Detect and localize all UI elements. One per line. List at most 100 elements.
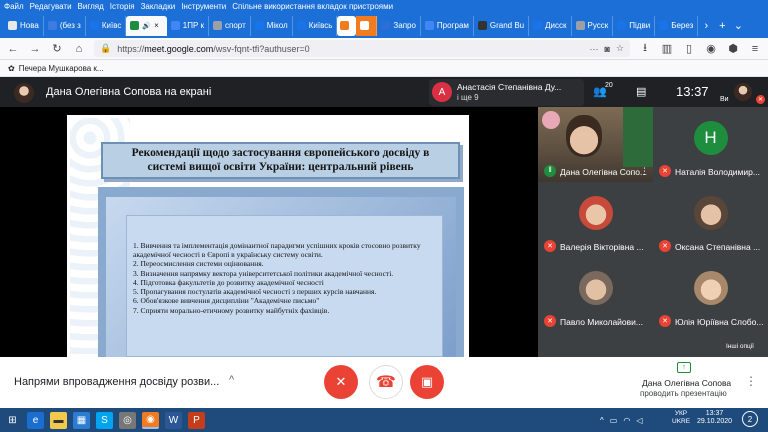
browser-tab[interactable]: Нова — [4, 15, 44, 36]
participant-tile[interactable]: ✕ Юлія Юріївна Слобо... — [653, 257, 768, 332]
library-icon[interactable]: ▥ — [660, 42, 674, 55]
menu-edit[interactable]: Редагувати — [30, 2, 72, 11]
meeting-title[interactable]: Напрями впровадження досвіду розви... — [14, 376, 219, 388]
self-avatar[interactable] — [734, 83, 752, 101]
browser-tab[interactable]: Підви — [613, 15, 656, 36]
url-bar[interactable]: 🔒 https://meet.google.com/wsv-fqnt-tfi?a… — [94, 40, 630, 57]
system-clock[interactable]: 13:37 29.10.2020 — [697, 410, 732, 427]
browser-tab[interactable]: (без з — [44, 15, 86, 36]
participant-tile[interactable]: ✕ Оксана Степанівна ... — [653, 182, 768, 257]
menu-icon[interactable]: ≡ — [748, 43, 762, 55]
network-icon[interactable]: ▭ — [610, 416, 618, 425]
leave-call-button[interactable]: ☎ — [369, 365, 403, 399]
system-date: 29.10.2020 — [697, 418, 733, 426]
scroll-tabs-icon[interactable]: › — [698, 20, 714, 32]
browser-tab[interactable]: Русск — [572, 15, 614, 36]
browser-tab[interactable] — [356, 15, 378, 36]
menu-view[interactable]: Вигляд — [78, 2, 104, 11]
browser-tab[interactable]: Програм — [421, 15, 474, 36]
browser-tab[interactable]: спорт — [209, 15, 251, 36]
language-indicator[interactable]: УКР UKRE — [672, 410, 690, 426]
tray-expand-icon[interactable]: ^ — [600, 416, 604, 425]
reload-icon[interactable]: ↻ — [50, 42, 64, 55]
close-tab-icon[interactable]: × — [154, 21, 159, 30]
menu-file[interactable]: Файл — [4, 2, 24, 11]
participant-name: Павло Миколайови... — [560, 317, 643, 327]
new-tab-icon[interactable]: + — [714, 20, 730, 32]
self-label: Ви — [720, 96, 729, 103]
home-icon[interactable]: ⌂ — [72, 43, 86, 55]
mic-off-icon: ✕ — [544, 315, 556, 327]
tab-favicon-icon — [477, 21, 487, 30]
participant-tile[interactable]: ✕ Павло Миколайови... — [538, 257, 653, 332]
presenter-title: Дана Олегівна Сопова на екрані — [46, 86, 212, 98]
tab-label: Запро — [393, 21, 416, 30]
menu-tools[interactable]: Інструменти — [181, 2, 226, 11]
forward-icon[interactable]: → — [28, 43, 42, 55]
mic-off-icon: ✕ — [659, 165, 671, 177]
more-icon[interactable]: ··· — [589, 44, 598, 54]
mic-off-icon: ✕ — [544, 240, 556, 252]
downloads-icon[interactable]: ⭳ — [638, 39, 652, 58]
list-tabs-icon[interactable]: ⌄ — [730, 19, 746, 32]
chat-icon[interactable]: ▤ — [636, 85, 646, 98]
more-options-icon[interactable]: ⋮ — [640, 166, 649, 177]
account-icon[interactable]: ◉ — [704, 42, 718, 55]
edge-icon[interactable]: e — [27, 411, 44, 429]
skype-icon[interactable]: S — [96, 411, 113, 429]
mic-off-icon: ✕ — [659, 240, 671, 252]
speaker-icon[interactable]: 🔊 — [142, 22, 151, 30]
participant-tile[interactable]: Н ✕ Наталія Володимир... — [653, 107, 768, 182]
participant-name: Юлія Юріївна Слобо... — [675, 317, 763, 327]
file-explorer-icon[interactable]: ▬ — [50, 411, 67, 429]
browser-tab[interactable]: Мікол — [251, 15, 293, 36]
menu-bookmarks[interactable]: Закладки — [141, 2, 176, 11]
back-icon[interactable]: ← — [6, 43, 20, 55]
menu-sync-tabs[interactable]: Спільне використання вкладок пристроями — [232, 2, 393, 11]
browser-tab[interactable] — [337, 15, 357, 36]
browser-tab[interactable]: 🔊 × — [126, 15, 167, 36]
participant-count: 20 — [605, 82, 613, 89]
participant-tile[interactable]: ✕ Валерія Вікторівна ... — [538, 182, 653, 257]
browser-tab[interactable]: Запро — [377, 15, 421, 36]
bookmark-item[interactable]: Печера Мушкарова к... — [19, 64, 104, 73]
tab-favicon-icon — [8, 21, 17, 30]
store-icon[interactable]: ▦ — [73, 411, 90, 429]
browser-tab[interactable]: Берез — [655, 15, 699, 36]
mic-toggle-button[interactable]: ✕ — [324, 365, 358, 399]
extension-icon[interactable]: ⬢ — [726, 42, 740, 55]
camera-toggle-button[interactable]: ▣ — [410, 365, 444, 399]
volume-icon[interactable]: ◁ — [636, 416, 642, 425]
windows-start-icon[interactable]: ⊞ — [4, 412, 21, 429]
participant-tile-presenter[interactable]: ⦀ Дана Олегівна Сопо... ⋮ — [538, 107, 653, 182]
pocket-icon[interactable]: ◙ — [604, 44, 609, 54]
bookmarks-bar: ✿ Печера Мушкарова к... — [0, 60, 768, 77]
tab-strip: Нова (без з Київс 🔊 × 1ПР к спорт Мікол Київсь За… — [0, 13, 768, 38]
browser-tab[interactable]: Дисск — [529, 15, 572, 36]
more-options-icon[interactable]: ⋮ — [745, 374, 757, 388]
browser-tab[interactable]: Київс — [86, 15, 127, 36]
slide-item: 2. Переосмислення системи оцінювання. — [133, 259, 264, 269]
presenting-status: проводить презентацію — [640, 389, 727, 398]
nav-bar: ← → ↻ ⌂ 🔒 https://meet.google.com/wsv-fq… — [0, 38, 768, 60]
tab-favicon-icon — [296, 21, 306, 30]
presenting-name: Дана Олегівна Сопова — [642, 378, 732, 388]
menu-history[interactable]: Історія — [110, 2, 135, 11]
speaking-icon: ⦀ — [544, 165, 556, 177]
app-icon[interactable]: ◎ — [119, 411, 136, 429]
present-icon[interactable]: ↑ — [677, 362, 691, 373]
browser-tab[interactable]: Grand Bu — [474, 15, 530, 36]
url-text[interactable]: https://meet.google.com/wsv-fqnt-tfi?aut… — [117, 44, 583, 54]
powerpoint-icon[interactable]: P — [188, 411, 205, 429]
word-icon[interactable]: W — [165, 411, 182, 429]
sidebar-icon[interactable]: ▯ — [682, 42, 696, 55]
firefox-icon[interactable]: ◉ — [142, 411, 159, 429]
browser-tab[interactable]: Київсь — [293, 15, 338, 36]
tab-favicon-icon — [170, 21, 180, 30]
star-icon[interactable]: ☆ — [616, 43, 624, 54]
participant-avatar — [578, 196, 613, 230]
browser-tab[interactable]: 1ПР к — [167, 15, 210, 36]
notification-center-icon[interactable]: 2 — [742, 411, 758, 427]
wifi-icon[interactable]: ◠ — [623, 416, 630, 425]
chevron-up-icon[interactable]: ^ — [229, 374, 234, 386]
